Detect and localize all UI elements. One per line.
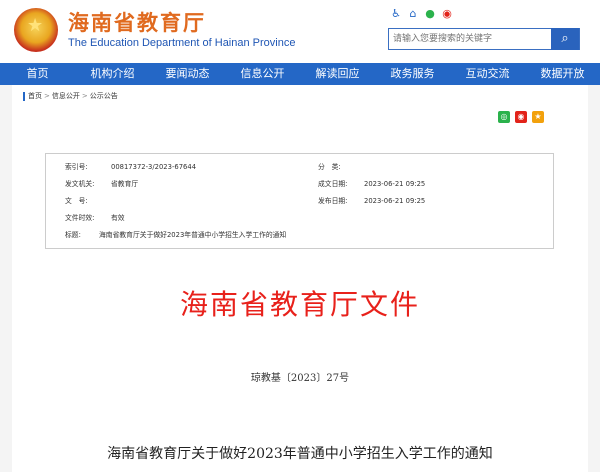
site-title[interactable]: 海南省教育厅	[68, 7, 206, 37]
search-box: ⌕	[388, 28, 580, 50]
header-tools: ♿ ⌂ ● ◉	[390, 8, 453, 20]
weibo-share-icon[interactable]: ◉	[515, 111, 527, 123]
search-button[interactable]: ⌕	[551, 28, 579, 50]
document-number: 琼教基〔2023〕27号	[250, 373, 350, 384]
meta-issuer-value: 省教育厅	[111, 180, 139, 188]
breadcrumb-separator: >	[81, 92, 88, 100]
document-header: 海南省教育厅文件	[179, 288, 420, 321]
meta-published-value: 2023-06-21 09:25	[364, 197, 426, 205]
meta-subject: 标题: 海南省教育厅关于做好2023年普通中小学招生入学工作的通知	[65, 231, 286, 240]
nav-item-news[interactable]: 要闻动态	[150, 63, 225, 85]
search-input[interactable]	[393, 29, 548, 49]
document-metadata: 索引号: 00817372-3/2023-67644 分 类: 发文机关: 省教育厅…	[45, 153, 554, 249]
meta-category: 分 类:	[318, 163, 364, 172]
main-nav: 首页 机构介绍 要闻动态 信息公开 解读回应 政务服务 互动交流 数据开放	[0, 63, 600, 85]
meta-docno-label: 文 号:	[65, 197, 88, 205]
meta-category-label: 分 类:	[318, 163, 341, 171]
meta-issuer: 发文机关: 省教育厅	[65, 180, 138, 189]
meta-created-label: 成文日期:	[318, 180, 348, 188]
breadcrumb: 首页 > 信息公开 > 公示公告	[23, 92, 118, 101]
meta-created-value: 2023-06-21 09:25	[364, 180, 426, 188]
meta-validity-value: 有效	[111, 214, 125, 222]
meta-index-label: 索引号:	[65, 163, 88, 171]
accessibility-icon[interactable]: ♿	[390, 8, 402, 20]
meta-published-label: 发布日期:	[318, 197, 348, 205]
wechat-icon[interactable]: ●	[424, 8, 436, 20]
search-icon: ⌕	[561, 31, 569, 46]
site-header: 海南省教育厅 The Education Department of Haina…	[0, 0, 600, 63]
document-title: 海南省教育厅关于做好2023年普通中小学招生入学工作的通知	[107, 446, 493, 462]
article-content: 首页 > 信息公开 > 公示公告 ◎ ◉ ★ 索引号: 00817372-3/2023-6…	[12, 85, 588, 472]
national-emblem-icon	[14, 8, 58, 52]
meta-issuer-label: 发文机关:	[65, 180, 95, 188]
nav-item-interaction[interactable]: 互动交流	[450, 63, 525, 85]
nav-item-services[interactable]: 政务服务	[375, 63, 450, 85]
meta-created: 成文日期: 2023-06-21 09:25	[318, 180, 425, 189]
meta-subject-label: 标题:	[65, 231, 81, 239]
nav-item-disclosure[interactable]: 信息公开	[225, 63, 300, 85]
elder-mode-icon[interactable]: ⌂	[407, 8, 419, 20]
wechat-share-icon[interactable]: ◎	[498, 111, 510, 123]
nav-item-home[interactable]: 首页	[0, 63, 75, 85]
breadcrumb-disclosure[interactable]: 信息公开	[52, 92, 80, 100]
meta-index: 索引号: 00817372-3/2023-67644	[65, 163, 196, 172]
breadcrumb-separator: >	[44, 92, 50, 100]
meta-index-value: 00817372-3/2023-67644	[111, 163, 197, 171]
meta-published: 发布日期: 2023-06-21 09:25	[318, 197, 425, 206]
site-subtitle: The Education Department of Hainan Provi…	[68, 37, 296, 49]
meta-validity-label: 文件时效:	[65, 214, 95, 222]
meta-subject-value: 海南省教育厅关于做好2023年普通中小学招生入学工作的通知	[99, 231, 287, 239]
meta-validity: 文件时效: 有效	[65, 214, 125, 223]
share-bar: ◎ ◉ ★	[498, 111, 544, 123]
nav-item-open-data[interactable]: 数据开放	[525, 63, 600, 85]
meta-docno: 文 号:	[65, 197, 111, 206]
breadcrumb-home[interactable]: 首页	[28, 92, 42, 100]
weibo-icon[interactable]: ◉	[441, 8, 453, 20]
favorite-icon[interactable]: ★	[532, 111, 544, 123]
nav-item-interpretation[interactable]: 解读回应	[300, 63, 375, 85]
nav-item-about[interactable]: 机构介绍	[75, 63, 150, 85]
breadcrumb-notices[interactable]: 公示公告	[90, 92, 118, 100]
